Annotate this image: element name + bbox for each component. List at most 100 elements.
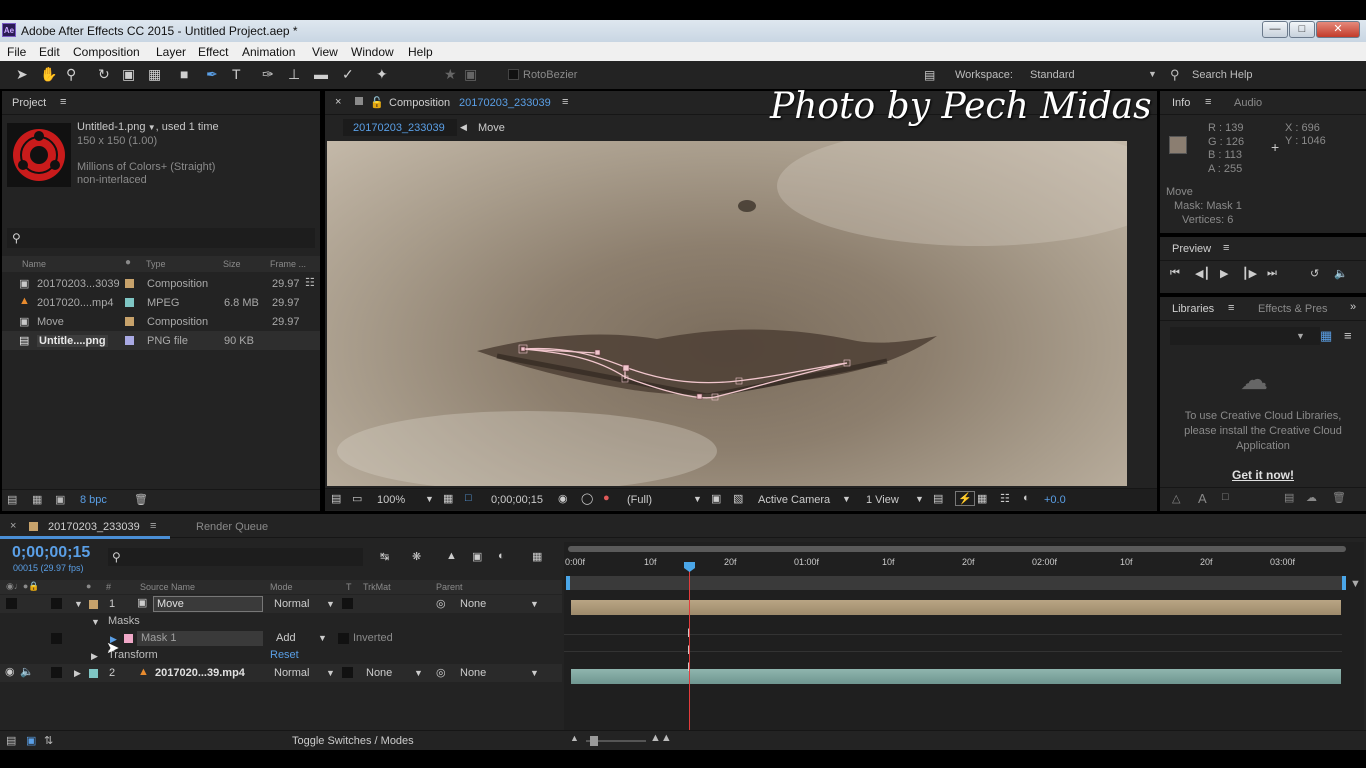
mask-visibility-icon[interactable]: □ [465,492,472,504]
trash-icon[interactable]: 🗑 [134,493,148,506]
project-item[interactable]: ▣ Move Composition 29.97 [2,312,320,331]
preserve-transparency-toggle[interactable] [342,598,353,609]
panel-menu-icon[interactable]: ≡ [60,96,66,108]
show-snapshot-icon[interactable]: ◯ [581,492,593,505]
masks-group-row[interactable]: ▼ Masks [0,613,562,630]
timeline-icon[interactable]: ▦ [977,492,987,505]
mask-mode-dropdown-icon[interactable]: ▼ [318,633,327,643]
close-tab-icon[interactable]: × [335,96,341,108]
monitor-icon[interactable]: ▭ [352,492,362,505]
clone-stamp-tool-icon[interactable]: ⊥ [288,66,300,83]
mask-handle[interactable] [594,349,601,356]
tab-libraries[interactable]: Libraries [1172,303,1214,315]
rectangle-tool-icon[interactable]: ■ [180,66,188,82]
exposure-value[interactable]: +0.0 [1044,494,1066,506]
blend-mode-select[interactable]: Normal [274,667,309,679]
layer-row[interactable]: ◉ 🔈 ▶ 2 ▲ 2017020...39.mp4 Normal ▼ None… [0,664,562,682]
work-area-bar[interactable] [568,546,1346,552]
resolution-dropdown-icon[interactable]: ▼ [693,494,702,504]
flowchart-icon[interactable]: ☷ [1000,492,1010,505]
project-item-selected[interactable]: ▤ Untitle....png PNG file 90 KB [2,331,320,350]
menu-file[interactable]: File [7,45,26,59]
zoom-dropdown-icon[interactable]: ▼ [425,494,434,504]
menu-layer[interactable]: Layer [156,45,186,59]
mask-lock-toggle[interactable] [51,633,62,644]
column-mode[interactable]: Mode [270,582,293,592]
lock-toggle[interactable] [51,667,62,678]
menu-edit[interactable]: Edit [39,45,60,59]
audio-icon[interactable]: 🔈 [1334,267,1348,280]
expand-triangle-icon[interactable]: ▼ [91,617,100,627]
zoom-tool-icon[interactable]: ⚲ [66,66,76,83]
play-icon[interactable]: ▶ [1220,267,1228,280]
expand-triangle-icon[interactable]: ▼ [74,599,83,609]
playhead-handle[interactable] [684,562,695,572]
flowchart-icon[interactable]: ☷ [305,276,315,289]
parent-dropdown-icon[interactable]: ▼ [530,599,539,609]
layer-name[interactable]: 2017020...39.mp4 [155,667,245,679]
project-search-input[interactable]: ⚲ [7,228,315,248]
blend-mode-dropdown-icon[interactable]: ▼ [326,599,335,609]
layer-name[interactable]: Move [153,596,263,612]
zoom-in-icon[interactable]: ▲▲ [650,732,672,744]
label-column-icon[interactable]: ● [86,581,91,591]
panel-menu-icon[interactable]: ≡ [150,520,156,532]
video-toggle[interactable] [6,598,17,609]
menu-composition[interactable]: Composition [73,45,140,59]
fast-preview-icon[interactable]: ⚡ [955,491,975,506]
mask-name[interactable]: Mask 1 [137,631,263,646]
menu-animation[interactable]: Animation [242,45,295,59]
layer-row[interactable]: ▼ 1 ▣ Move Normal ▼ ◎ None ▼ [0,595,562,613]
in-out-icon[interactable]: ⇅ [44,734,53,747]
loop-icon[interactable]: ↺ [1310,267,1319,280]
camera-select[interactable]: Active Camera [758,494,830,506]
composition-viewer[interactable] [327,141,1127,486]
snapshot-icon[interactable]: ◉ [558,492,568,505]
toggle-pixel-aspect-icon[interactable]: ▤ [933,492,943,505]
av-features-icon[interactable]: ◉♩●🔒 [6,581,40,592]
last-frame-icon[interactable]: ⏭ [1267,267,1277,280]
composition-tab-label[interactable]: Composition [389,97,450,109]
shy-layers-icon[interactable]: ▲ [446,550,457,562]
label-column-icon[interactable]: ● [125,257,131,268]
mask-vertex[interactable] [520,346,526,352]
timeline-tab-comp[interactable]: 20170203_233039 [48,521,140,533]
add-text-icon[interactable]: A [1198,491,1207,506]
parent-select[interactable]: None [460,667,486,679]
mask-color-swatch[interactable] [124,634,133,643]
trkmat-dropdown-icon[interactable]: ▼ [414,668,423,678]
breadcrumb-active[interactable]: 20170203_233039 [353,122,445,134]
camera-dropdown-icon[interactable]: ▼ [842,494,851,504]
zoom-slider-thumb[interactable] [590,736,598,746]
camera-tool-icon[interactable]: ▣ [122,66,135,83]
work-area-start[interactable] [566,576,570,590]
bit-depth-button[interactable]: 8 bpc [80,494,107,506]
project-item[interactable]: ▣ 20170203...3039 Composition 29.97 ☷ [2,274,320,293]
blend-mode-select[interactable]: Normal [274,598,309,610]
roto-brush-tool-icon[interactable]: ✓ [342,66,354,83]
menu-view[interactable]: View [312,45,338,59]
interpret-footage-icon[interactable]: ▤ [7,493,17,506]
tab-info[interactable]: Info [1172,97,1190,109]
pen-tool-icon[interactable]: ✒ [206,66,218,83]
previous-frame-icon[interactable]: ◀┃ [1195,267,1210,280]
column-size[interactable]: Size [223,259,241,269]
view-layout-select[interactable]: 1 View [866,494,899,506]
timeline-search-input[interactable]: ⚲ [108,548,363,566]
mask-handle[interactable] [696,393,703,400]
column-frame-rate[interactable]: Frame ... [270,259,306,269]
next-frame-icon[interactable]: ┃▶ [1242,267,1257,280]
current-time-indicator[interactable] [689,566,690,738]
eye-icon[interactable]: ◉ [5,665,15,678]
hand-tool-icon[interactable]: ✋ [40,66,57,83]
panel-menu-icon[interactable]: ≡ [1223,242,1229,254]
frame-blending-icon[interactable]: ▣ [472,550,482,563]
column-source-name[interactable]: Source Name [140,582,195,592]
comp-button-icon[interactable]: ▼ [1350,578,1361,590]
layer-label-swatch[interactable] [89,669,98,678]
zoom-select[interactable]: 100% [377,494,405,506]
pick-whip-icon[interactable]: ◎ [436,597,446,610]
expand-triangle-icon[interactable]: ▶ [74,668,81,679]
reset-exposure-icon[interactable]: ◐ [1023,492,1030,504]
timeline-tab-render-queue[interactable]: Render Queue [196,521,268,533]
